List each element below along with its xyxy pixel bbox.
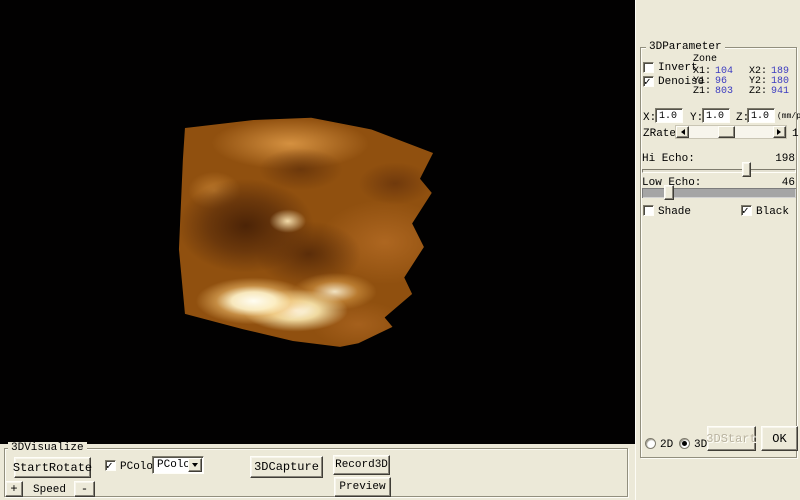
zone-z2-value: 941 xyxy=(771,86,789,97)
zrate-scrollbar[interactable] xyxy=(675,125,787,139)
hi-echo-slider-track[interactable] xyxy=(642,169,796,173)
zone-row-z: Z1:803Z2:941 xyxy=(693,86,789,98)
pcolor-checkbox[interactable] xyxy=(105,460,116,471)
speed-label: Speed xyxy=(33,484,66,496)
ultrasound-volume[interactable] xyxy=(175,113,437,348)
pcolor-dropdown[interactable]: PColor xyxy=(152,456,204,474)
chevron-down-icon xyxy=(192,463,198,470)
denoise-checkbox[interactable] xyxy=(643,76,654,87)
zone-z1-label: Z1: xyxy=(693,86,715,98)
zrate-label: ZRate xyxy=(643,128,676,140)
low-echo-slider-thumb[interactable] xyxy=(664,185,674,200)
record-3d-button[interactable]: Record3D xyxy=(333,455,390,475)
zrate-scroll-right-button[interactable] xyxy=(773,126,786,138)
shade-label: Shade xyxy=(658,206,691,218)
zone-z2-label: Z2: xyxy=(749,86,771,98)
black-label: Black xyxy=(756,206,789,218)
start-3d-button[interactable]: 3DStart xyxy=(707,426,756,451)
shade-checkbox[interactable] xyxy=(643,205,654,216)
hi-echo-value: 198 xyxy=(775,153,795,165)
speed-minus-button[interactable]: - xyxy=(74,481,95,497)
scale-y-input[interactable] xyxy=(702,108,730,123)
mode-2d-radio[interactable] xyxy=(645,438,656,449)
start-rotate-button[interactable]: StartRotate xyxy=(14,457,91,478)
preview-button[interactable]: Preview xyxy=(334,477,391,497)
pcolor-dropdown-button[interactable] xyxy=(188,458,202,472)
zone-label: Zone xyxy=(693,54,717,66)
app-window: { "parameter_panel": { "title": "3DParam… xyxy=(0,0,800,500)
hi-echo-slider-thumb[interactable] xyxy=(742,162,751,177)
scale-x-input[interactable] xyxy=(655,108,683,123)
mode-3d-label: 3D xyxy=(694,439,707,451)
zrate-scroll-thumb[interactable] xyxy=(718,126,735,138)
left-arrow-icon xyxy=(678,129,685,135)
hi-echo-label: Hi Echo: xyxy=(642,153,695,165)
parameter-groupbox-title: 3DParameter xyxy=(646,41,725,53)
scale-unit-label: (mm/p) xyxy=(777,111,800,123)
ok-button[interactable]: OK xyxy=(761,426,798,451)
scale-z-input[interactable] xyxy=(747,108,775,123)
parameter-panel: 3DParameter Invert Denoise Zone X1:104X2… xyxy=(635,0,800,500)
parameter-groupbox: 3DParameter Invert Denoise Zone X1:104X2… xyxy=(640,47,797,458)
visualize-groupbox-title: 3DVisualize xyxy=(8,442,87,454)
render-viewport[interactable] xyxy=(0,0,635,444)
zrate-scroll-left-button[interactable] xyxy=(676,126,689,138)
speed-plus-button[interactable]: + xyxy=(5,481,23,497)
mode-2d-label: 2D xyxy=(660,439,673,451)
zone-z1-value: 803 xyxy=(715,86,749,98)
invert-label: Invert xyxy=(658,62,698,74)
right-arrow-icon xyxy=(777,129,784,135)
capture-3d-button[interactable]: 3DCapture xyxy=(250,456,323,478)
visualize-groupbox: 3DVisualize StartRotate + Speed - PColor… xyxy=(4,448,628,497)
mode-3d-radio[interactable] xyxy=(679,438,690,449)
zrate-value: 1 xyxy=(792,128,799,140)
black-checkbox[interactable] xyxy=(741,205,752,216)
invert-checkbox[interactable] xyxy=(643,62,654,73)
